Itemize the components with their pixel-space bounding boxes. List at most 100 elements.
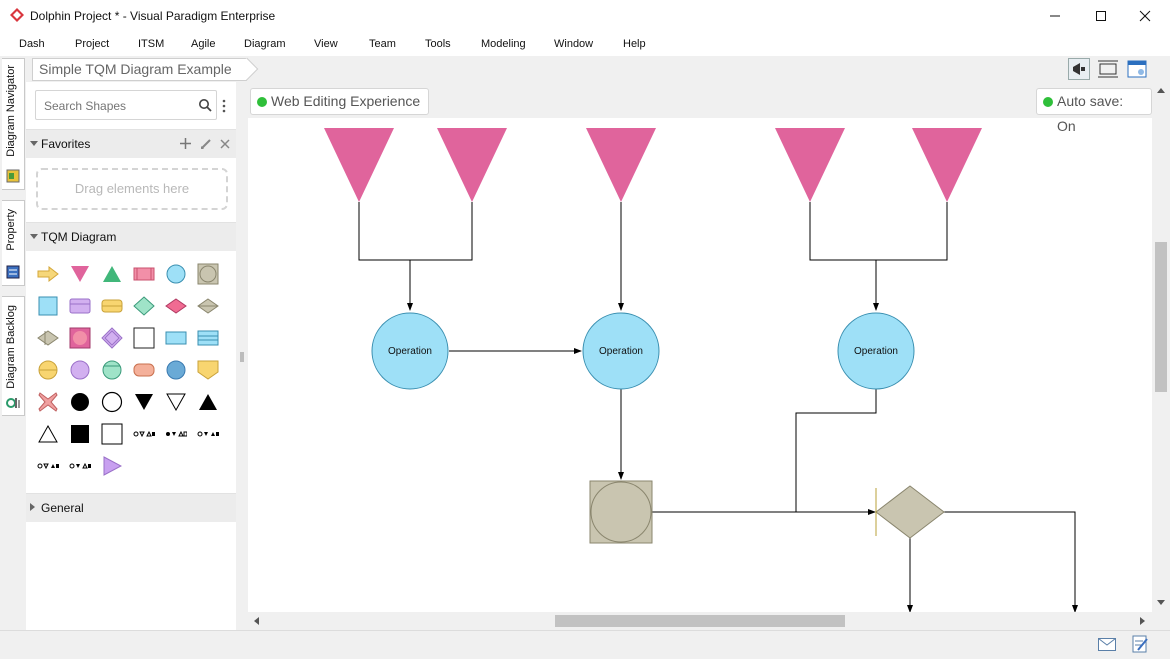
circle-outline-shape-icon[interactable] xyxy=(98,388,126,416)
mixed-symbols-4-shape-icon[interactable] xyxy=(34,452,62,480)
diamond-gray-shape-icon[interactable] xyxy=(194,292,222,320)
close-button[interactable] xyxy=(1122,0,1168,32)
rectangle-pink-shape-icon[interactable] xyxy=(130,260,158,288)
auto-save-badge[interactable]: Auto save: On xyxy=(1036,88,1152,134)
menu-help[interactable]: Help xyxy=(623,38,646,50)
diamond-gray-small-shape-icon[interactable] xyxy=(34,324,62,352)
notes-icon[interactable] xyxy=(1132,635,1148,653)
vertical-scroll-thumb[interactable] xyxy=(1155,242,1167,392)
x-shape-icon[interactable] xyxy=(34,388,62,416)
menu-view[interactable]: View xyxy=(314,38,338,50)
favorites-dropzone[interactable]: Drag elements here xyxy=(36,168,228,210)
square-blue-shape-icon[interactable] xyxy=(34,292,62,320)
diagram-canvas[interactable]: Web Editing Experience Auto save: On Ope… xyxy=(248,82,1152,630)
layout-window-icon[interactable] xyxy=(1126,58,1148,80)
mixed-symbols-3-shape-icon[interactable] xyxy=(194,420,222,448)
rect-light-blue-shape-icon[interactable] xyxy=(162,324,190,352)
diamond-green-shape-icon[interactable] xyxy=(130,292,158,320)
square-white-shape-icon[interactable] xyxy=(130,324,158,352)
rect-blue-lines-shape-icon[interactable] xyxy=(194,324,222,352)
square-outline-shape-icon[interactable] xyxy=(98,420,126,448)
connector-line[interactable] xyxy=(809,202,948,261)
tab-diagram-navigator[interactable]: Diagram Navigator xyxy=(2,58,25,190)
scroll-left-icon[interactable] xyxy=(254,617,260,625)
operation-node[interactable]: Operation xyxy=(837,312,915,390)
connector-line[interactable] xyxy=(795,389,877,512)
menu-project[interactable]: Project xyxy=(75,38,109,50)
inventory-triangle[interactable] xyxy=(324,128,394,202)
mixed-symbols-5-shape-icon[interactable] xyxy=(66,452,94,480)
arrow-shape-icon[interactable] xyxy=(34,260,62,288)
announcement-icon[interactable] xyxy=(1068,58,1090,80)
triangle-right-purple-shape-icon[interactable] xyxy=(98,452,126,480)
square-pink-circle-shape-icon[interactable] xyxy=(66,324,94,352)
inventory-triangle[interactable] xyxy=(912,128,982,202)
add-icon[interactable] xyxy=(180,138,191,149)
inventory-triangle[interactable] xyxy=(586,128,656,202)
menu-window[interactable]: Window xyxy=(554,38,593,50)
triangle-down-outline-shape-icon[interactable] xyxy=(162,388,190,416)
maximize-button[interactable] xyxy=(1078,0,1124,32)
tqm-diagram[interactable]: Operation Operation Operation xyxy=(248,118,1152,612)
panel-splitter[interactable] xyxy=(236,82,248,630)
minimize-button[interactable] xyxy=(1032,0,1078,32)
mixed-symbols-2-shape-icon[interactable] xyxy=(162,420,190,448)
circle-green-shape-icon[interactable] xyxy=(98,356,126,384)
menu-agile[interactable]: Agile xyxy=(191,38,215,50)
breadcrumb-diagram[interactable]: Simple TQM Diagram Example xyxy=(32,58,247,81)
diagram-navigator-icon xyxy=(6,169,20,183)
tab-property[interactable]: Property xyxy=(2,200,25,286)
horizontal-scroll-thumb[interactable] xyxy=(555,615,845,627)
rect-yellow-shape-icon[interactable] xyxy=(98,292,126,320)
circle-blue-shape-icon[interactable] xyxy=(162,260,190,288)
diamond-pink-shape-icon[interactable] xyxy=(162,292,190,320)
decision-node[interactable] xyxy=(875,485,945,539)
inventory-triangle-shape-icon[interactable] xyxy=(66,260,94,288)
menu-tools[interactable]: Tools xyxy=(425,38,451,50)
tab-diagram-backlog[interactable]: Diagram Backlog xyxy=(2,296,25,416)
circle-black-shape-icon[interactable] xyxy=(66,388,94,416)
inspection-node[interactable] xyxy=(589,480,653,544)
horizontal-scrollbar[interactable] xyxy=(248,612,1152,630)
vertical-scrollbar[interactable] xyxy=(1152,82,1170,614)
search-icon[interactable] xyxy=(198,98,212,112)
menu-itsm[interactable]: ITSM xyxy=(138,38,164,50)
diamond-in-square-shape-icon[interactable] xyxy=(98,324,126,352)
search-shapes-input[interactable] xyxy=(42,93,196,119)
menu-team[interactable]: Team xyxy=(369,38,396,50)
scroll-down-icon[interactable] xyxy=(1157,600,1165,606)
menu-modeling[interactable]: Modeling xyxy=(481,38,526,50)
triangle-up-shape-icon[interactable] xyxy=(98,260,126,288)
triangle-up-outline-shape-icon[interactable] xyxy=(34,420,62,448)
connector-line[interactable] xyxy=(358,202,473,261)
rounded-rect-salmon-shape-icon[interactable] xyxy=(130,356,158,384)
circle-steel-blue-shape-icon[interactable] xyxy=(162,356,190,384)
fit-diagram-icon[interactable] xyxy=(1097,58,1119,80)
triangle-up-black-shape-icon[interactable] xyxy=(194,388,222,416)
mixed-symbols-shape-icon[interactable] xyxy=(130,420,158,448)
connector-line[interactable] xyxy=(944,511,1078,612)
triangle-down-black-shape-icon[interactable] xyxy=(130,388,158,416)
menu-diagram[interactable]: Diagram xyxy=(244,38,286,50)
menu-dash[interactable]: Dash xyxy=(19,38,45,50)
circle-lavender-shape-icon[interactable] xyxy=(66,356,94,384)
circle-in-square-shape-icon[interactable] xyxy=(194,260,222,288)
square-black-shape-icon[interactable] xyxy=(66,420,94,448)
operation-node[interactable]: Operation xyxy=(371,312,449,390)
inventory-triangle[interactable] xyxy=(775,128,845,202)
scroll-right-icon[interactable] xyxy=(1140,617,1146,625)
remove-icon[interactable] xyxy=(220,139,230,149)
rect-lavender-shape-icon[interactable] xyxy=(66,292,94,320)
favorites-header[interactable]: Favorites xyxy=(26,129,236,158)
edit-icon[interactable] xyxy=(200,138,212,150)
tqm-diagram-header[interactable]: TQM Diagram xyxy=(26,222,236,251)
inventory-triangle[interactable] xyxy=(437,128,507,202)
scroll-up-icon[interactable] xyxy=(1157,88,1165,94)
general-header[interactable]: General xyxy=(26,493,236,522)
web-editing-badge[interactable]: Web Editing Experience xyxy=(250,88,430,115)
pentagon-yellow-shape-icon[interactable] xyxy=(194,356,222,384)
more-options-icon[interactable] xyxy=(221,99,227,113)
mail-icon[interactable] xyxy=(1098,638,1116,651)
operation-node[interactable]: Operation xyxy=(582,312,660,390)
circle-yellow-shape-icon[interactable] xyxy=(34,356,62,384)
